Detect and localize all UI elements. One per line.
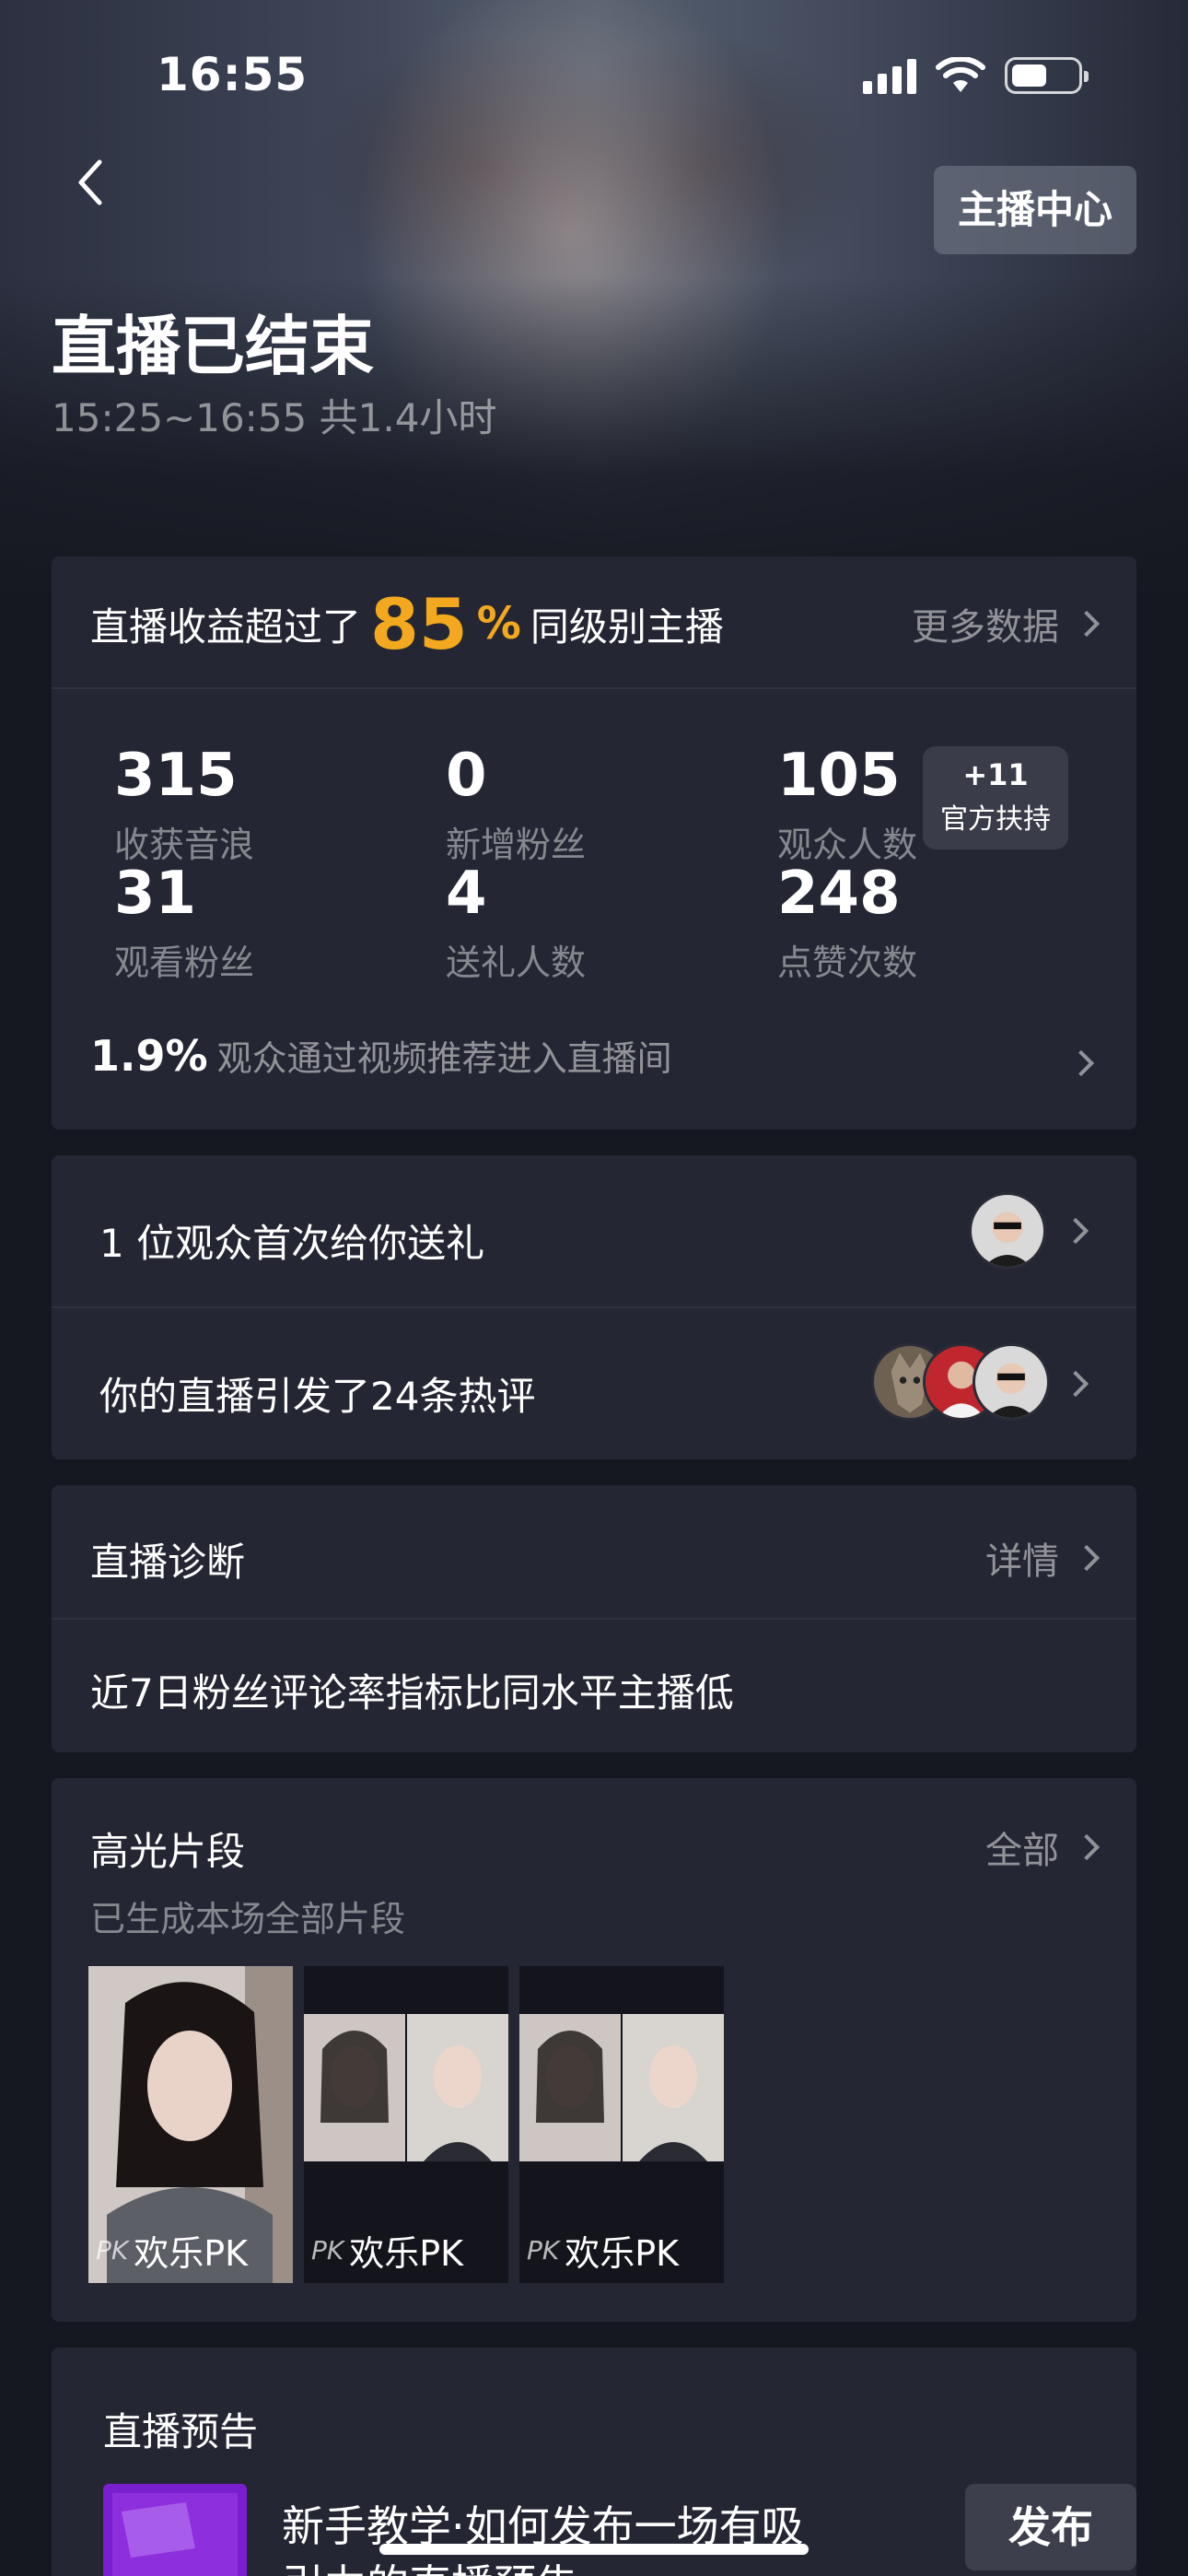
rank-suffix: 同级别主播: [530, 603, 724, 650]
pk-icon: PK: [311, 2235, 344, 2266]
anchor-center-button[interactable]: 主播中心: [933, 166, 1136, 254]
rank-percent-sign: %: [476, 598, 521, 650]
preview-title: 直播预告: [103, 2409, 259, 2454]
battery-icon: [1005, 57, 1089, 94]
clips-subtitle: 已生成本场全部片段: [90, 1899, 406, 1939]
stat-likes: 248 点赞次数: [777, 864, 917, 985]
publish-button[interactable]: 发布: [965, 2484, 1136, 2570]
live-time-range: 15:25~16:55 共1.4小时: [52, 395, 497, 440]
diagnosis-title: 直播诊断: [90, 1540, 246, 1585]
stat-viewers: 105 观众人数: [777, 746, 917, 867]
first-gift-row[interactable]: 1 位观众首次给你送礼: [99, 1212, 484, 1269]
tutorial-thumbnail[interactable]: [103, 2484, 247, 2576]
chevron-right-icon: [1073, 610, 1101, 638]
stat-label: 送礼人数: [446, 943, 587, 983]
stat-label: 点赞次数: [777, 943, 918, 983]
chevron-right-icon: [1073, 1833, 1101, 1861]
stat-value: 105: [777, 742, 901, 810]
stat-value: 31: [114, 860, 197, 928]
clip-label: PK 欢乐PK: [527, 2225, 679, 2276]
boost-label: 官方扶持: [940, 803, 1051, 836]
stat-new-followers: 0 新增粉丝: [446, 746, 586, 867]
live-diagnosis-card: 直播诊断 详情 近7日粉丝评论率指标比同水平主播低: [52, 1485, 1136, 1752]
more-data-link[interactable]: 更多数据: [912, 597, 1101, 650]
status-time: 16:55: [157, 48, 309, 101]
clips-all-link[interactable]: 全部: [985, 1821, 1101, 1874]
chevron-right-icon[interactable]: [1062, 1370, 1089, 1398]
pk-icon: PK: [527, 2235, 560, 2266]
home-indicator[interactable]: [379, 2544, 809, 2555]
stat-fan-viewers: 31 观看粉丝: [114, 864, 254, 985]
stat-label: 观看粉丝: [114, 943, 255, 983]
stat-gift-senders: 4 送礼人数: [446, 864, 586, 985]
stat-value: 315: [114, 742, 238, 810]
recommend-percent: 1.9%: [90, 1030, 208, 1081]
chevron-right-icon: [1067, 1049, 1095, 1077]
more-data-label: 更多数据: [912, 606, 1059, 649]
boost-value: +11: [962, 757, 1029, 792]
diagnosis-detail-link[interactable]: 详情: [985, 1531, 1101, 1585]
stat-value: 248: [777, 860, 901, 928]
pk-icon: PK: [96, 2235, 129, 2266]
rank-percent: 85: [370, 582, 468, 665]
clips-title: 高光片段: [90, 1829, 246, 1874]
stat-value: 4: [446, 860, 487, 928]
hot-comments-row[interactable]: 你的直播引发了24条热评: [99, 1365, 535, 1422]
official-boost-badge: +11 官方扶持: [923, 746, 1068, 849]
recommend-text: 观众通过视频推荐进入直播间: [216, 1038, 672, 1079]
diagnosis-message: 近7日粉丝评论率指标比同水平主播低: [90, 1670, 734, 1715]
wifi-icon: [936, 57, 985, 92]
stat-sound-waves: 315 收获音浪: [114, 746, 254, 867]
avatar: [973, 1343, 1050, 1421]
clip-title: 欢乐PK: [565, 2233, 680, 2274]
audience-highlights-card: 1 位观众首次给你送礼 你的直播引发了24条热评: [52, 1155, 1136, 1459]
recommend-source-line[interactable]: 1.9% 观众通过视频推荐进入直播间: [90, 1030, 672, 1081]
clip-thumbnail[interactable]: PK 欢乐PK: [304, 1966, 508, 2283]
live-overview-card: 直播收益超过了 85 % 同级别主播 更多数据 315 收获音浪 0 新增粉丝 …: [52, 556, 1136, 1130]
back-arrow-icon[interactable]: [70, 155, 116, 210]
divider: [52, 1618, 1136, 1620]
cellular-signal-icon: [863, 57, 916, 94]
chevron-right-icon[interactable]: [1062, 1217, 1089, 1245]
rank-prefix: 直播收益超过了: [90, 603, 362, 650]
tutorial-title-line2[interactable]: 引力的直播预告: [282, 2552, 578, 2576]
clip-label: PK 欢乐PK: [96, 2225, 248, 2276]
status-icons: [863, 57, 1089, 94]
all-label: 全部: [985, 1830, 1059, 1872]
clip-title: 欢乐PK: [134, 2233, 249, 2274]
clip-thumbnail[interactable]: PK 欢乐PK: [88, 1966, 293, 2283]
avatar: [969, 1192, 1046, 1270]
chevron-right-icon: [1073, 1544, 1101, 1572]
divider: [52, 687, 1136, 689]
detail-label: 详情: [985, 1540, 1059, 1583]
clip-title: 欢乐PK: [349, 2233, 464, 2274]
divider: [52, 1306, 1136, 1308]
clip-label: PK 欢乐PK: [311, 2225, 463, 2276]
clip-thumbnail[interactable]: PK 欢乐PK: [519, 1966, 724, 2283]
stat-value: 0: [446, 742, 487, 810]
earnings-rank-line: 直播收益超过了 85 % 同级别主播: [90, 575, 724, 673]
page-title: 直播已结束: [52, 309, 374, 384]
